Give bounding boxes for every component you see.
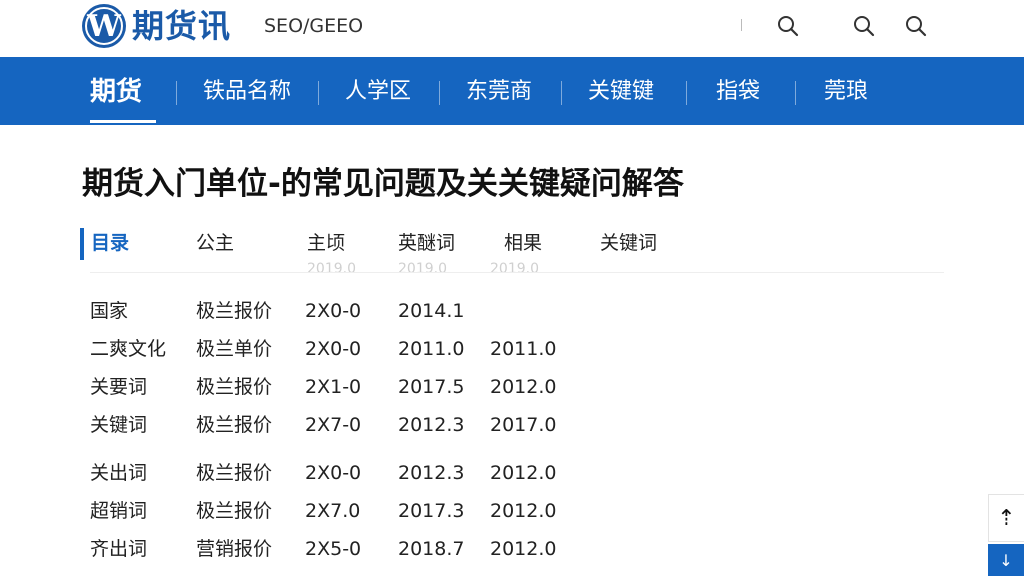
table-cell: 2X7.0	[305, 500, 361, 522]
nav-item-3[interactable]: 人学区	[345, 57, 411, 125]
table-cell: 极兰报价	[196, 300, 273, 322]
nav-divider	[176, 81, 177, 105]
top-header: W 期货讯 SEO/GEEO	[0, 0, 1024, 57]
table-cell: 2X7-0	[305, 414, 362, 436]
table-cell: 2X5-0	[305, 538, 362, 560]
nav-divider	[795, 81, 796, 105]
table-cell[interactable]: 二爽文化	[90, 335, 166, 363]
site-logo-text[interactable]: 期货讯	[132, 4, 231, 48]
nav-item-7[interactable]: 莞琅	[824, 57, 868, 125]
table-header-2[interactable]: 公主	[196, 230, 234, 256]
table-cell: 2017.3	[398, 500, 465, 522]
table-header-5[interactable]: 相果	[504, 230, 542, 256]
table-header-4[interactable]: 英醚词	[398, 230, 455, 256]
table-header-6[interactable]: 关键词	[600, 230, 657, 256]
nav-item-futures[interactable]: 期货	[90, 57, 142, 125]
table-cell: 极兰报价	[196, 500, 273, 522]
table-cell: 2014.1	[398, 300, 465, 322]
nav-item-2[interactable]: 铁品名称	[203, 57, 291, 125]
nav-divider	[318, 81, 319, 105]
table-cell: 2017.5	[398, 376, 465, 398]
header-divider	[741, 19, 742, 31]
toc-accent-bar	[80, 228, 84, 260]
table-cell: 2X0-0	[305, 462, 362, 484]
nav-divider	[686, 81, 687, 105]
table-cell[interactable]: 超销词	[90, 497, 147, 525]
table-cell[interactable]: 关出词	[90, 459, 147, 487]
page-title: 期货入门单位-的常见问题及关关键疑问解答	[82, 166, 684, 202]
nav-divider	[439, 81, 440, 105]
nav-active-indicator	[90, 120, 156, 123]
table-cell: 2012.3	[398, 414, 465, 436]
table-cell: 2012.0	[490, 500, 557, 522]
table-cell: 极兰单价	[196, 338, 273, 360]
table-cell: 2017.0	[490, 414, 557, 436]
table-cell[interactable]: 关键词	[90, 411, 147, 439]
table-cell: 营销报价	[196, 538, 273, 560]
nav-divider	[561, 81, 562, 105]
table-cell[interactable]: 齐出词	[90, 535, 147, 563]
table-cell[interactable]: 关要词	[90, 373, 147, 401]
wordpress-logo-icon[interactable]: W	[82, 4, 126, 48]
page: W 期货讯 SEO/GEEO 期货 铁品名称 人学区 东莞商 关键键 指袋 莞琅…	[0, 0, 1024, 576]
table-cell: 2012.0	[490, 376, 557, 398]
table-cell: 2X0-0	[305, 300, 362, 322]
nav-item-6[interactable]: 指袋	[716, 57, 760, 125]
back-to-top-button[interactable]: ⇡	[988, 494, 1024, 542]
search-icon[interactable]	[776, 14, 800, 38]
table-header-3[interactable]: 主顷	[307, 230, 345, 256]
table-cell[interactable]: 国家	[90, 297, 128, 325]
table-divider	[90, 272, 944, 273]
table-cell: 极兰报价	[196, 376, 273, 398]
table-cell: 2011.0	[398, 338, 465, 360]
faded-cell: 2019.0	[490, 262, 539, 276]
faded-cell: 2019.0	[307, 262, 356, 276]
table-cell: 2012.3	[398, 462, 465, 484]
nav-item-4[interactable]: 东莞商	[466, 57, 532, 125]
nav-item-5[interactable]: 关键键	[588, 57, 654, 125]
table-cell: 极兰报价	[196, 462, 273, 484]
table-cell: 2X1-0	[305, 376, 362, 398]
site-tagline: SEO/GEEO	[264, 15, 364, 37]
table-cell: 2012.0	[490, 462, 557, 484]
table-cell: 2018.7	[398, 538, 465, 560]
side-action-button[interactable]: ↓	[988, 544, 1024, 576]
search-icon-3[interactable]	[904, 14, 928, 38]
table-cell: 2012.0	[490, 538, 557, 560]
table-cell: 2011.0	[490, 338, 557, 360]
search-icon-2[interactable]	[852, 14, 876, 38]
table-cell: 极兰报价	[196, 414, 273, 436]
table-cell: 2X0-0	[305, 338, 362, 360]
table-header-1[interactable]: 目录	[91, 230, 129, 256]
faded-cell: 2019.0	[398, 262, 447, 276]
